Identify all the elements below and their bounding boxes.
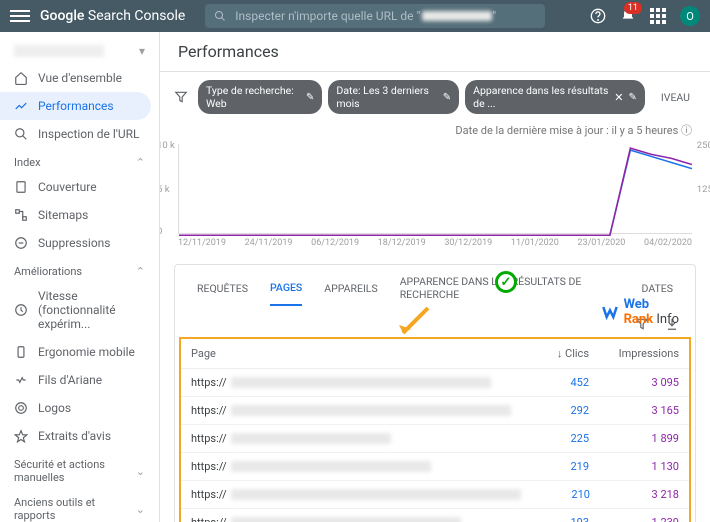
sidebar-item-inspect[interactable]: Inspection de l'URL [0, 120, 159, 148]
sitemap-icon [14, 208, 28, 222]
chart-icon [14, 99, 28, 113]
table-row[interactable]: https://2923 165 [181, 397, 689, 425]
sidebar-item-speed[interactable]: Vitesse (fonctionnalité expérim... [0, 282, 159, 338]
close-icon: ✕ [614, 91, 623, 104]
avatar[interactable]: O [680, 6, 700, 26]
sidebar-section-amel[interactable]: Améliorations⌃ [0, 257, 159, 282]
table-row[interactable]: https://4523 095 [181, 369, 689, 397]
sidebar: ▾ Vue d'ensemble Performances Inspection… [0, 32, 160, 522]
help-icon[interactable] [590, 8, 606, 24]
sidebar-item-removals[interactable]: Suppressions [0, 229, 159, 257]
filter-chip-type[interactable]: Type de recherche: Web✎ [198, 80, 322, 114]
filter-chip-date[interactable]: Date: Les 3 derniers mois✎ [328, 80, 459, 114]
breadcrumb-icon [14, 373, 28, 387]
watermark-logo: WebRank Info [600, 297, 679, 327]
sidebar-item-overview[interactable]: Vue d'ensemble [0, 64, 159, 92]
filter-bar: Type de recherche: Web✎ Date: Les 3 dern… [160, 72, 710, 122]
search-placeholder: Inspecter n'importe quelle URL de " [235, 9, 420, 23]
tab-queries[interactable]: REQUÊTES [197, 282, 248, 305]
sidebar-item-performances[interactable]: Performances [0, 92, 151, 120]
edit-icon: ✎ [306, 92, 314, 103]
table-row[interactable]: https://2251 899 [181, 425, 689, 453]
check-annotation-icon: ✓ [495, 271, 517, 293]
search-icon [14, 127, 28, 141]
sidebar-item-logos[interactable]: Logos [0, 394, 159, 422]
edit-icon: ✎ [443, 92, 451, 103]
main-content: Performances Type de recherche: Web✎ Dat… [160, 32, 710, 522]
logo-icon [14, 401, 28, 415]
help-icon[interactable]: ⓘ [681, 124, 692, 137]
sidebar-item-breadcrumbs[interactable]: Fils d'Ariane [0, 366, 159, 394]
edit-icon: ✎ [629, 92, 637, 103]
sidebar-item-coverage[interactable]: Couverture [0, 173, 159, 201]
new-filter-button[interactable]: IVEAU [655, 87, 696, 108]
data-card: REQUÊTES PAGES APPAREILS APPARENCE DANS … [174, 264, 696, 522]
hamburger-menu[interactable] [10, 10, 30, 22]
performance-chart: 10 k 5 k 0 250 k 125 k 0 12/11/201924/11… [160, 144, 710, 256]
notification-badge: 11 [624, 2, 642, 14]
apps-icon[interactable] [650, 8, 666, 24]
notifications-icon[interactable]: 11 [620, 8, 636, 24]
col-page[interactable]: Page [191, 347, 519, 360]
sidebar-item-sitemaps[interactable]: Sitemaps [0, 201, 159, 229]
table-row[interactable]: https://2103 218 [181, 481, 689, 509]
filter-chip-appearance[interactable]: Apparence dans les résultats de ...✕✎ [465, 80, 645, 114]
sidebar-section-security[interactable]: Sécurité et actions manuelles⌄ [0, 450, 159, 488]
tab-pages[interactable]: PAGES [270, 281, 302, 306]
mobile-icon [14, 345, 28, 359]
pages-table: Page ↓ Clics Impressions https://4523 09… [179, 337, 691, 522]
sidebar-section-index[interactable]: Index⌃ [0, 148, 159, 173]
last-update-text: Date de la dernière mise à jour : il y a… [160, 122, 710, 144]
remove-icon [14, 236, 28, 250]
table-row[interactable]: https://1931 239 [181, 509, 689, 522]
home-icon [14, 71, 28, 85]
brand: Google Search Console [40, 8, 185, 24]
arrow-annotation-icon [393, 303, 433, 343]
sidebar-section-old[interactable]: Anciens outils et rapports⌄ [0, 488, 159, 522]
filter-icon[interactable] [174, 90, 188, 104]
col-impressions[interactable]: Impressions [589, 347, 679, 360]
speed-icon [14, 303, 28, 317]
star-icon [14, 429, 28, 443]
search-icon [213, 9, 227, 23]
url-inspect-search[interactable]: Inspecter n'importe quelle URL de " " [205, 4, 545, 28]
page-title: Performances [160, 32, 710, 72]
sidebar-item-reviews[interactable]: Extraits d'avis [0, 422, 159, 450]
tab-devices[interactable]: APPAREILS [324, 282, 377, 305]
page-icon [14, 180, 28, 194]
property-selector[interactable]: ▾ [0, 38, 159, 64]
col-clicks[interactable]: ↓ Clics [519, 347, 589, 360]
table-row[interactable]: https://2191 130 [181, 453, 689, 481]
sidebar-item-mobile[interactable]: Ergonomie mobile [0, 338, 159, 366]
